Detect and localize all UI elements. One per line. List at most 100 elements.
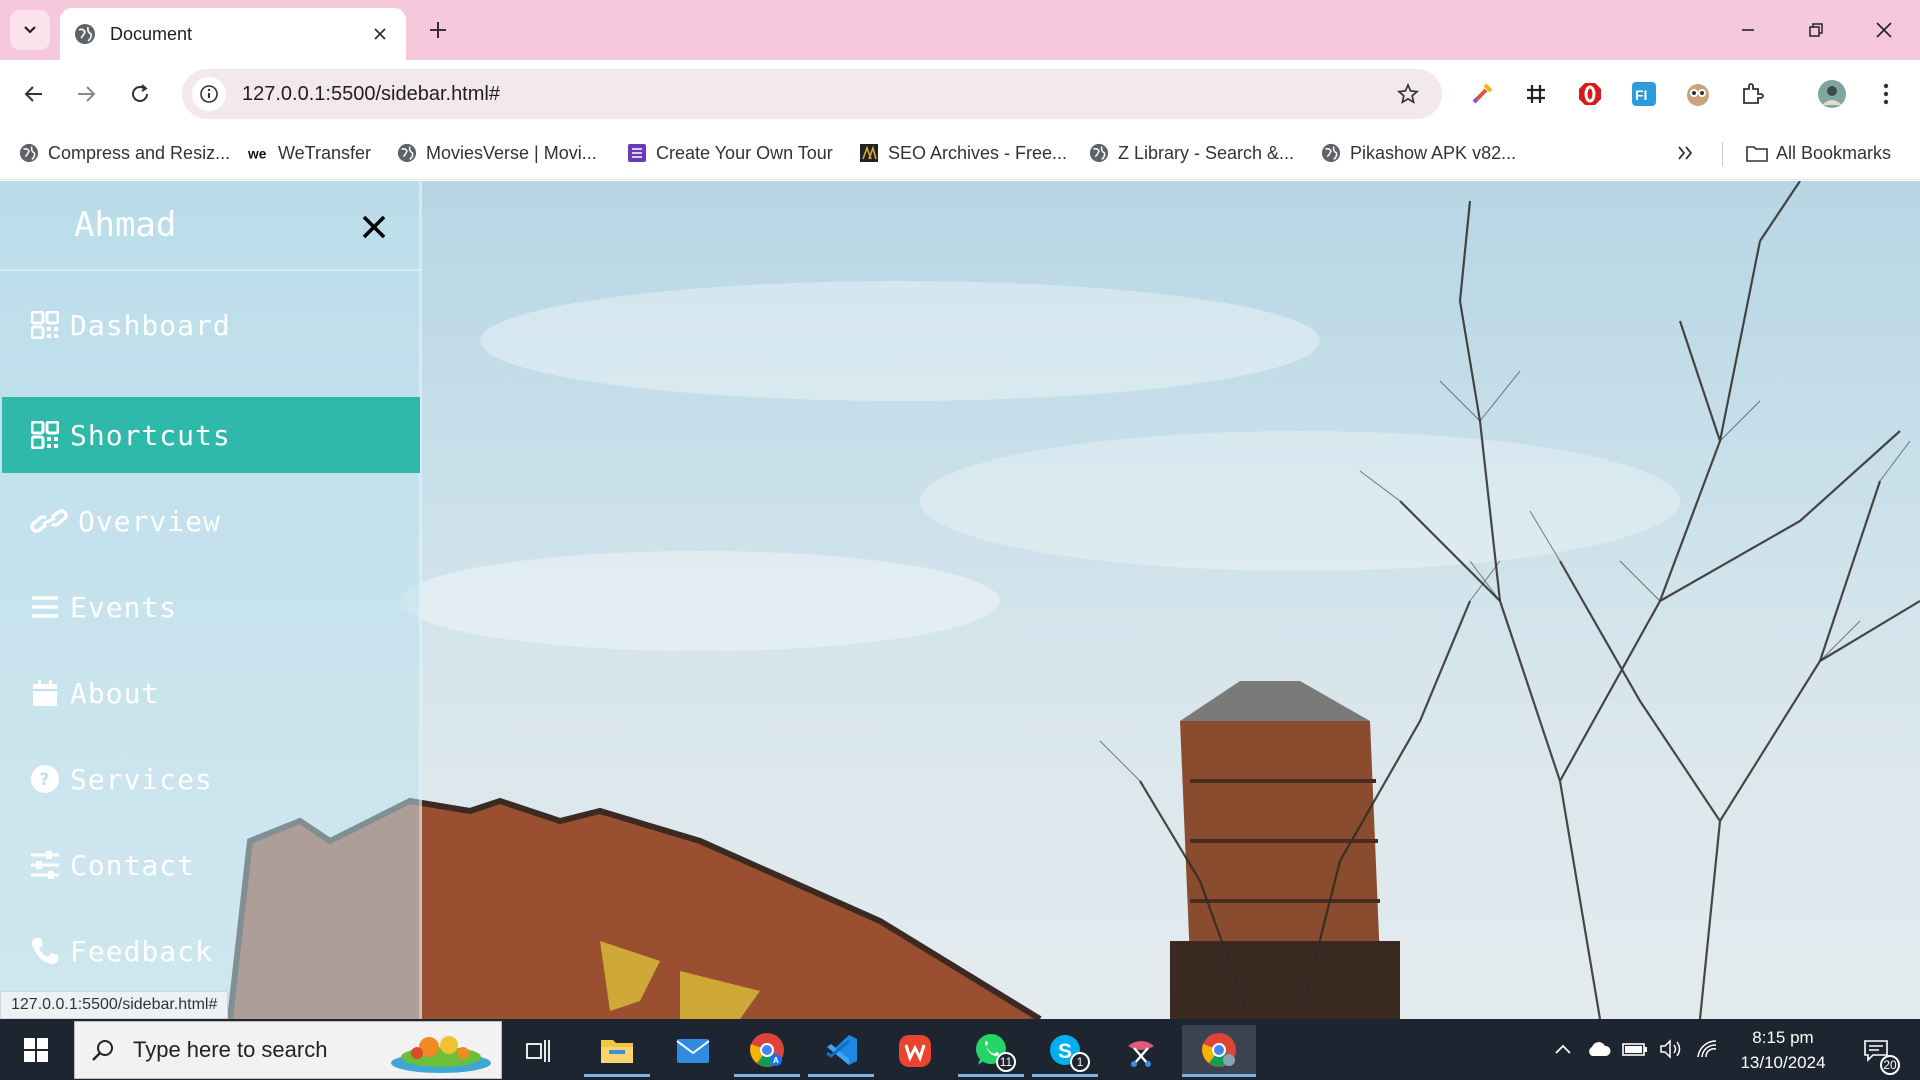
close-window-button[interactable] [1856, 8, 1912, 52]
sidebar-item-label: Contact [70, 848, 196, 882]
bookmark-label: Pikashow APK v82... [1350, 142, 1517, 163]
tab-title: Document [110, 23, 193, 44]
search-icon [92, 1040, 113, 1061]
taskbar-search-box[interactable]: Type here to search [74, 1021, 502, 1079]
opera-adblock-icon [1579, 83, 1601, 105]
network-tray[interactable] [1692, 1033, 1722, 1065]
sidebar-item-label: Shortcuts [70, 418, 231, 452]
svg-text:?: ? [40, 770, 50, 790]
bookmark-item[interactable]: Compress and Resiz... [18, 136, 230, 170]
arrow-left-icon [24, 86, 42, 102]
site-info-button[interactable] [192, 77, 226, 111]
chrome-active-app[interactable] [1182, 1025, 1256, 1077]
start-button[interactable] [14, 1031, 58, 1069]
kebab-menu-icon [1883, 83, 1889, 105]
folder-icon [601, 1039, 633, 1063]
arrow-right-icon [78, 86, 96, 102]
sidebar-item-shortcuts[interactable]: Shortcuts [2, 397, 420, 473]
status-bar-url: 127.0.0.1:5500/sidebar.html# [0, 991, 229, 1019]
extensions-menu-button[interactable] [1734, 76, 1770, 112]
bookmark-item[interactable]: we WeTransfer [248, 136, 371, 170]
windows-logo-icon [24, 1038, 48, 1062]
extension-font-identifier[interactable]: FI [1626, 76, 1662, 112]
globe-icon [1088, 142, 1110, 164]
address-bar[interactable]: 127.0.0.1:5500/sidebar.html# [182, 69, 1442, 119]
skype-app[interactable]: S 1 [1032, 1025, 1098, 1077]
bookmark-item[interactable]: Pikashow APK v82... [1320, 136, 1516, 170]
file-explorer-app[interactable] [584, 1025, 650, 1077]
bookmark-item[interactable]: Create Your Own Tour [626, 136, 833, 170]
notifications-button[interactable]: 20 [1856, 1033, 1900, 1075]
sidebar-item-feedback[interactable]: Feedback [2, 913, 420, 989]
tray-overflow-button[interactable] [1548, 1033, 1578, 1065]
task-view-icon [526, 1040, 550, 1062]
tab-strip: Document [0, 0, 1920, 60]
all-bookmarks-button[interactable]: All Bookmarks [1746, 136, 1891, 170]
sidebar-item-contact[interactable]: Contact [2, 827, 420, 903]
volume-tray[interactable] [1656, 1033, 1686, 1065]
bookmarks-bar: Compress and Resiz... we WeTransfer Movi… [0, 128, 1920, 180]
snipping-tool-app[interactable] [1108, 1025, 1174, 1077]
mail-app[interactable] [660, 1025, 726, 1077]
new-tab-button[interactable] [422, 14, 454, 46]
mail-icon [676, 1039, 710, 1063]
eyedropper-icon [1472, 83, 1493, 104]
chevron-down-icon [24, 26, 36, 34]
profile-avatar[interactable] [1814, 76, 1850, 112]
extension-grid[interactable] [1518, 76, 1554, 112]
reload-icon [132, 84, 148, 102]
globe-icon [396, 142, 418, 164]
back-button[interactable] [14, 74, 54, 114]
bookmark-label: Z Library - Search &... [1118, 142, 1295, 163]
extension-adblock[interactable] [1572, 76, 1608, 112]
sidebar-close-button[interactable] [354, 207, 394, 247]
whatsapp-app[interactable]: 11 [958, 1025, 1024, 1077]
browser-toolbar: 127.0.0.1:5500/sidebar.html# FI [0, 60, 1920, 128]
taskbar-clock[interactable]: 8:15 pm 13/10/2024 [1728, 1025, 1838, 1075]
bookmarks-overflow-button[interactable] [1676, 136, 1694, 170]
wps-office-app[interactable] [882, 1025, 948, 1077]
browser-tab[interactable]: Document [60, 8, 406, 60]
bookmark-label: Compress and Resiz... [48, 142, 231, 163]
sidebar-item-label: Events [70, 590, 178, 624]
task-view-button[interactable] [506, 1025, 572, 1077]
chevron-up-icon [1555, 1044, 1571, 1054]
browser-menu-button[interactable] [1868, 76, 1904, 112]
page-viewport: Ahmad Dashboard Shortcuts Overview Event… [0, 181, 1920, 1019]
bookmark-item[interactable]: MoviesVerse | Movi... [396, 136, 597, 170]
bookmark-star-button[interactable] [1388, 74, 1428, 114]
extension-color-picker[interactable] [1464, 76, 1500, 112]
avatar-icon [1818, 80, 1846, 108]
bookmark-item[interactable]: Z Library - Search &... [1088, 136, 1294, 170]
onedrive-tray[interactable] [1584, 1033, 1614, 1065]
taskbar-search-placeholder: Type here to search [133, 1037, 328, 1062]
puzzle-icon [1743, 83, 1764, 104]
vscode-app[interactable] [808, 1025, 874, 1077]
wetransfer-icon: we [248, 142, 270, 164]
vscode-icon [826, 1034, 857, 1065]
forward-button[interactable] [66, 74, 106, 114]
bookmarks-divider [1722, 142, 1723, 166]
tab-search-button[interactable] [10, 10, 50, 50]
sidebar-item-overview[interactable]: Overview [2, 483, 420, 559]
wps-icon [899, 1035, 931, 1067]
close-icon [374, 28, 386, 40]
double-chevron-right-icon [1678, 146, 1693, 160]
extension-owl[interactable] [1680, 76, 1716, 112]
sidebar-item-events[interactable]: Events [2, 569, 420, 645]
close-icon [1876, 22, 1892, 38]
sidebar-item-services[interactable]: ? Services [2, 741, 420, 817]
chrome-app[interactable]: A [734, 1025, 800, 1077]
tab-close-button[interactable] [368, 22, 392, 46]
restore-button[interactable] [1788, 8, 1844, 52]
question-icon: ? [30, 764, 60, 794]
battery-tray[interactable] [1620, 1033, 1650, 1065]
list-icon [30, 592, 60, 622]
url-text[interactable]: 127.0.0.1:5500/sidebar.html# [242, 83, 1388, 106]
sliders-icon [30, 850, 60, 880]
sidebar-item-about[interactable]: About [2, 655, 420, 731]
reload-button[interactable] [120, 74, 160, 114]
sidebar-item-dashboard[interactable]: Dashboard [2, 287, 420, 363]
minimize-button[interactable] [1720, 8, 1776, 52]
bookmark-item[interactable]: SEO Archives - Free... [858, 136, 1067, 170]
